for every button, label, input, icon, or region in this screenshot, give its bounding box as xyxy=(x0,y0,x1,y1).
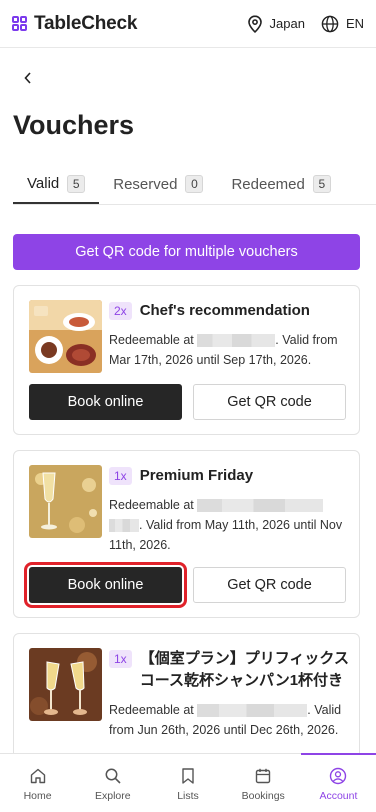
brand-name: TableCheck xyxy=(34,12,138,34)
language-selector[interactable]: EN xyxy=(321,15,364,33)
voucher-image xyxy=(29,465,102,538)
tab-label: Redeemed xyxy=(231,175,305,193)
voucher-title: Chef's recommendation xyxy=(139,302,310,319)
redeemable-label: Redeemable at xyxy=(109,333,194,347)
bookmark-icon xyxy=(182,768,194,784)
get-qr-code-button[interactable]: Get QR code xyxy=(193,384,346,420)
tab-valid[interactable]: Valid 5 xyxy=(13,165,100,204)
tab-count-badge: 5 xyxy=(67,174,86,193)
nav-account[interactable]: Account xyxy=(300,753,376,812)
voucher-title: 【個室プラン】プリフィックスコース乾杯シャンパン1杯付き xyxy=(139,650,349,689)
book-online-button[interactable]: Book online xyxy=(29,384,182,420)
voucher-description: Redeemable at . Valid from Mar 17th, 202… xyxy=(109,330,349,370)
nav-label: Bookings xyxy=(241,790,285,802)
voucher-tabs: Valid 5 Reserved 0 Redeemed 5 xyxy=(13,165,376,205)
voucher-card: 1x Premium Friday Redeemable at . Valid … xyxy=(13,450,360,618)
nav-explore[interactable]: Explore xyxy=(75,754,150,812)
tab-redeemed[interactable]: Redeemed 5 xyxy=(217,165,344,203)
chevron-left-icon xyxy=(24,72,31,84)
tab-count-badge: 5 xyxy=(312,175,331,193)
nav-label: Explore xyxy=(95,790,131,802)
redeemable-label: Redeemable at xyxy=(109,703,194,717)
validity-text: . Valid from May 11th, 2026 until Nov 11… xyxy=(109,518,343,552)
bottom-navigation: Home Explore Lists Bookings Account xyxy=(0,753,376,812)
tablecheck-logo-icon xyxy=(12,15,28,32)
voucher-image xyxy=(29,300,102,373)
back-button[interactable] xyxy=(18,68,38,88)
nav-label: Account xyxy=(319,790,358,802)
home-icon xyxy=(30,768,45,784)
voucher-quantity-badge: 2x xyxy=(109,302,132,320)
region-label: Japan xyxy=(269,16,305,31)
region-selector[interactable]: Japan xyxy=(247,14,305,33)
get-qr-code-button[interactable]: Get QR code xyxy=(193,567,346,603)
tab-count-badge: 0 xyxy=(185,175,204,193)
brand-logo[interactable]: TableCheck xyxy=(12,13,137,35)
redacted-venue xyxy=(197,334,276,348)
location-pin-icon xyxy=(247,14,262,33)
redacted-venue xyxy=(197,704,308,718)
voucher-title: Premium Friday xyxy=(139,467,254,484)
page-title: Vouchers xyxy=(13,110,135,140)
redacted-venue xyxy=(197,499,324,513)
voucher-description: Redeemable at . Valid from May 11th, 202… xyxy=(109,495,349,555)
redacted-venue xyxy=(109,519,139,533)
nav-label: Lists xyxy=(177,790,199,802)
tab-label: Valid xyxy=(27,175,60,192)
redeemable-label: Redeemable at xyxy=(109,498,194,512)
tab-reserved[interactable]: Reserved 0 xyxy=(99,165,217,203)
nav-home[interactable]: Home xyxy=(0,754,75,812)
nav-lists[interactable]: Lists xyxy=(150,754,225,812)
tab-label: Reserved xyxy=(113,175,178,193)
voucher-image xyxy=(29,648,102,721)
nav-label: Home xyxy=(23,790,52,802)
app-header: TableCheck Japan EN xyxy=(0,0,376,48)
voucher-quantity-badge: 1x xyxy=(109,467,132,485)
qr-multiple-vouchers-button[interactable]: Get QR code for multiple vouchers xyxy=(13,234,360,270)
language-label: EN xyxy=(345,16,364,31)
user-icon xyxy=(330,767,347,785)
nav-bookings[interactable]: Bookings xyxy=(226,754,301,812)
calendar-icon xyxy=(256,768,271,784)
voucher-description: Redeemable at . Valid from Jun 26th, 202… xyxy=(109,700,349,740)
book-online-button[interactable]: Book online xyxy=(24,562,187,608)
search-icon xyxy=(105,768,121,784)
voucher-card: 1x 【個室プラン】プリフィックスコース乾杯シャンパン1杯付き Redeemab… xyxy=(13,633,360,773)
globe-icon xyxy=(321,15,339,32)
voucher-card: 2x Chef's recommendation Redeemable at .… xyxy=(13,285,360,435)
voucher-quantity-badge: 1x xyxy=(109,650,132,668)
